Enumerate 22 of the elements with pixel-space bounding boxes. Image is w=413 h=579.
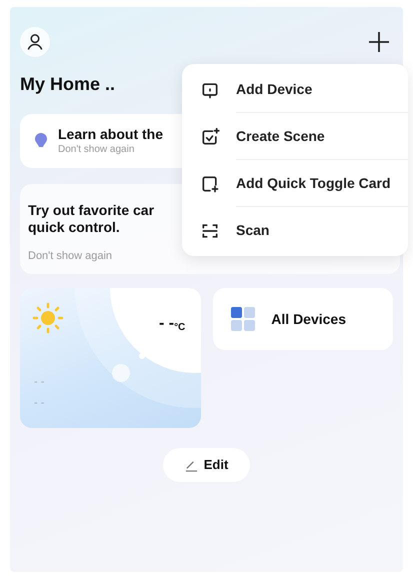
tip-title: Learn about the <box>58 126 164 144</box>
menu-item[interactable]: Add Quick Toggle Card <box>182 160 408 207</box>
weather-detail: - - <box>34 396 44 410</box>
edit-button[interactable]: Edit <box>162 448 250 482</box>
temperature-value: - - <box>158 314 174 334</box>
pencil-icon <box>184 458 198 472</box>
add-icon[interactable] <box>367 30 391 54</box>
menu-item[interactable]: Create Scene <box>182 113 408 160</box>
all-devices-label: All Devices <box>271 310 346 328</box>
all-devices-card[interactable]: All Devices <box>213 288 393 350</box>
temperature-unit: °C <box>174 321 186 335</box>
card-plus-icon <box>200 174 220 194</box>
sun-icon <box>32 302 64 334</box>
promo-text: Try out favorite car quick control. <box>28 202 154 236</box>
grid-icon <box>231 307 256 331</box>
checked-frame-plus-icon <box>200 126 220 146</box>
menu-item[interactable]: Add Device <box>182 66 408 113</box>
menu-item[interactable]: Scan <box>182 207 408 254</box>
user-icon <box>25 32 45 52</box>
profile-button[interactable] <box>20 27 50 57</box>
lightbulb-icon <box>34 132 48 150</box>
weather-detail: - - <box>34 375 44 390</box>
